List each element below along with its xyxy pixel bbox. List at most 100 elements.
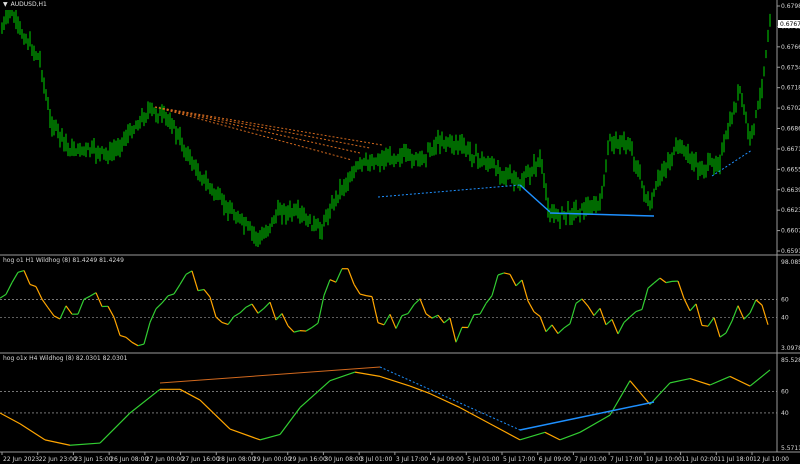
indicator1-line-segment xyxy=(47,307,55,317)
indicator1-line-segment xyxy=(335,268,343,283)
indicator1-line-segment xyxy=(239,306,247,314)
indicator2-axis-label: 40 xyxy=(781,410,789,417)
price-axis-label: 0.66550 xyxy=(781,166,800,173)
indicator1-line-segment xyxy=(59,305,67,320)
indicator2-line-segment xyxy=(559,431,581,441)
indicator1-line-segment xyxy=(683,298,691,312)
time-axis-label: 6 Jul 09:00 xyxy=(539,456,571,463)
indicator2-line-segment xyxy=(0,412,21,425)
price-axis-label: 0.67025 xyxy=(781,105,800,112)
indicator1-line-segment xyxy=(527,300,535,313)
trendline xyxy=(154,106,383,146)
indicator1-line-segment xyxy=(257,307,265,314)
indicator1-line-segment xyxy=(311,322,319,329)
indicator1-line-segment xyxy=(23,270,31,285)
indicator1-line-segment xyxy=(245,303,253,308)
price-axis-label: 0.66070 xyxy=(781,228,800,235)
indicator1-line-segment xyxy=(251,303,259,314)
indicator2-line-segment xyxy=(199,399,231,430)
indicator2-line-segment xyxy=(44,439,71,446)
price-axis-label: 0.67665 xyxy=(781,44,800,51)
indicator2-line-segment xyxy=(749,369,771,387)
indicator2-line-segment xyxy=(409,385,431,395)
indicator1-line-segment xyxy=(389,314,397,329)
indicator1-line-segment xyxy=(647,282,655,289)
indicator1-line-segment xyxy=(431,314,439,319)
indicator1-axis-label: 60 xyxy=(781,297,789,304)
indicator2-line-segment xyxy=(329,371,356,382)
indicator1-line-segment xyxy=(365,295,373,298)
indicator1-line-segment xyxy=(173,284,181,295)
indicator1-line-segment xyxy=(617,322,625,335)
indicator2-line-segment xyxy=(259,433,281,441)
indicator2-line-segment xyxy=(179,388,201,401)
indicator1-line-segment xyxy=(89,292,97,297)
indicator1-line-segment xyxy=(5,282,13,295)
indicator1-line-segment xyxy=(539,316,547,332)
indicator1-line-segment xyxy=(761,304,769,325)
indicator2-line-segment xyxy=(69,442,101,446)
indicator1-line-segment xyxy=(371,296,379,323)
indicator1-line-segment xyxy=(263,301,271,309)
dropdown-arrow-icon[interactable]: ▼ xyxy=(3,0,8,10)
indicator1-line-segment xyxy=(125,336,133,343)
indicator1-axis-label: 98.0854 xyxy=(781,259,800,266)
indicator2-axis-label: 60 xyxy=(781,388,789,395)
indicator1-line-segment xyxy=(137,343,145,347)
indicator1-line-segment xyxy=(641,288,649,310)
indicator1-line-segment xyxy=(449,317,457,343)
indicator2-line-segment xyxy=(519,431,546,441)
trendline xyxy=(154,106,353,161)
indicator1-line-segment xyxy=(569,303,577,324)
indicator1-line-segment xyxy=(83,295,91,300)
indicator2-line-segment xyxy=(279,407,301,435)
time-axis-label: 12 Jul 10:00 xyxy=(753,456,789,463)
chart-canvas[interactable]: 0.679800.678250.676650.673450.671850.670… xyxy=(0,0,800,464)
time-axis-label: 5 Jul 17:00 xyxy=(503,456,535,463)
indicator1-line-segment xyxy=(515,279,523,287)
indicator1-line-segment xyxy=(587,305,595,316)
trading-chart-window[interactable]: 0.679800.678250.676650.673450.671850.670… xyxy=(0,0,800,464)
indicator1-line-segment xyxy=(713,317,721,338)
indicator1-line-segment xyxy=(305,327,313,332)
time-axis-label: 11 Jul 02:00 xyxy=(682,456,718,463)
indicator1-line-segment xyxy=(17,269,25,273)
indicator1-line-segment xyxy=(293,330,301,333)
indicator1-line-segment xyxy=(29,283,37,288)
indicator1-line-segment xyxy=(497,272,505,276)
indicator1-line-segment xyxy=(725,320,733,334)
indicator2-line-segment xyxy=(649,382,671,405)
indicator1-line-segment xyxy=(215,316,223,323)
time-axis-label: 3 Jul 01:00 xyxy=(360,456,392,463)
time-axis-label: 23 Jun 15:00 xyxy=(74,456,112,463)
current-price-label: 0.67671 xyxy=(780,21,800,28)
indicator1-line-segment xyxy=(143,322,151,345)
indicator1-line-segment xyxy=(443,317,451,324)
time-axis-label: 3 Jul 17:00 xyxy=(396,456,428,463)
indicator1-line-segment xyxy=(581,298,589,307)
price-axis-label: 0.66865 xyxy=(781,126,800,133)
indicator2-line-segment xyxy=(299,380,331,409)
indicator1-line-segment xyxy=(329,279,337,283)
indicator1-line-segment xyxy=(677,280,685,299)
indicator1-line-segment xyxy=(731,305,739,322)
indicator1-line-segment xyxy=(593,307,601,316)
indicator1-line-segment xyxy=(491,274,499,296)
indicator1-line-segment xyxy=(701,324,709,327)
indicator1-line-segment xyxy=(353,283,361,295)
time-axis-label: 10 Jul 10:00 xyxy=(646,456,682,463)
indicator1-line-segment xyxy=(161,295,169,304)
indicator2-line-segment xyxy=(579,414,611,433)
indicator1-line-segment xyxy=(503,272,511,275)
indicator1-line-segment xyxy=(401,313,409,317)
indicator1-line-segment xyxy=(347,268,355,285)
indicator2-line-segment xyxy=(379,375,411,387)
indicator1-line-segment xyxy=(0,293,7,299)
time-axis-label: 30 Jun 08:00 xyxy=(324,456,362,463)
indicator1-line-segment xyxy=(563,323,571,329)
indicator1-line-segment xyxy=(689,303,697,312)
indicator1-axis-label: 40 xyxy=(781,314,789,321)
symbol-header[interactable]: ▼ AUDUSD,H1 xyxy=(0,0,50,10)
time-axis-label: 28 Jun 08:00 xyxy=(217,456,255,463)
time-axis-label: 26 Jun 08:00 xyxy=(110,456,148,463)
